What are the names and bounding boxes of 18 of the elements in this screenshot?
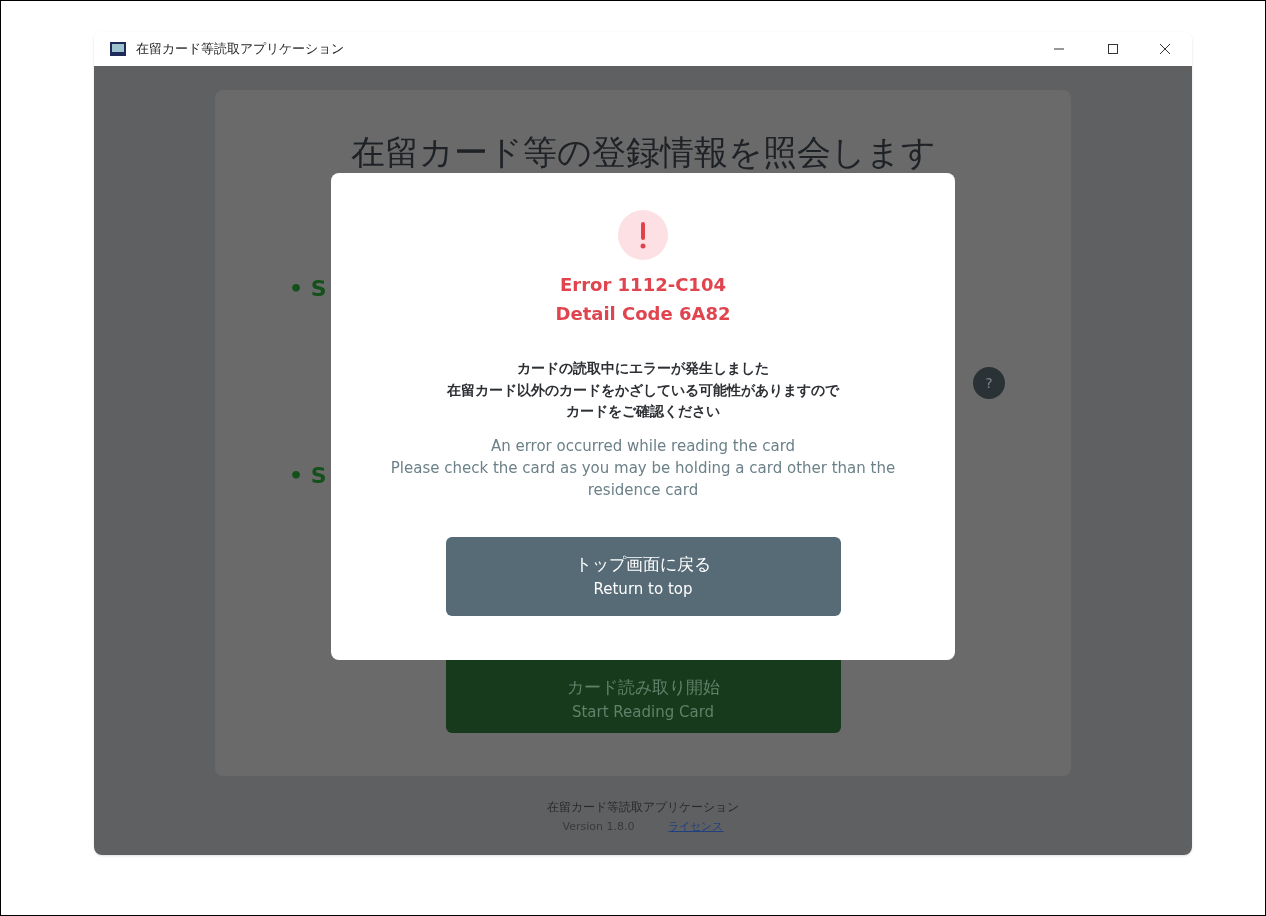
error-code: Error 1112-C104 — [560, 273, 726, 297]
bullet-item: • S — [289, 275, 327, 303]
error-message-line: カードの読取中にエラーが発生しました — [517, 359, 769, 378]
close-icon[interactable] — [1160, 44, 1170, 54]
error-message-line: 在留カード以外のカードをかざしている可能性がありますので — [447, 380, 839, 400]
exclamation-icon — [618, 210, 668, 260]
error-message-line: Please check the card as you may be holding a card other than the — [390, 457, 896, 479]
detail-code: Detail Code 6A82 — [555, 302, 731, 326]
error-message-line: residence card — [587, 479, 699, 501]
error-message-line: カードをご確認ください — [566, 402, 720, 421]
app-icon — [110, 42, 126, 56]
bullet-item: • S — [289, 462, 327, 490]
return-to-top-button[interactable]: トップ画面に戻る Return to top — [445, 536, 841, 616]
page-heading: 在留カード等の登録情報を照会します — [349, 131, 937, 174]
help-button[interactable]: ? — [973, 367, 1005, 399]
maximize-icon[interactable] — [1108, 44, 1118, 54]
error-message-line: An error occurred while reading the card — [490, 435, 796, 457]
window-title: 在留カード等読取アプリケーション — [136, 40, 344, 59]
